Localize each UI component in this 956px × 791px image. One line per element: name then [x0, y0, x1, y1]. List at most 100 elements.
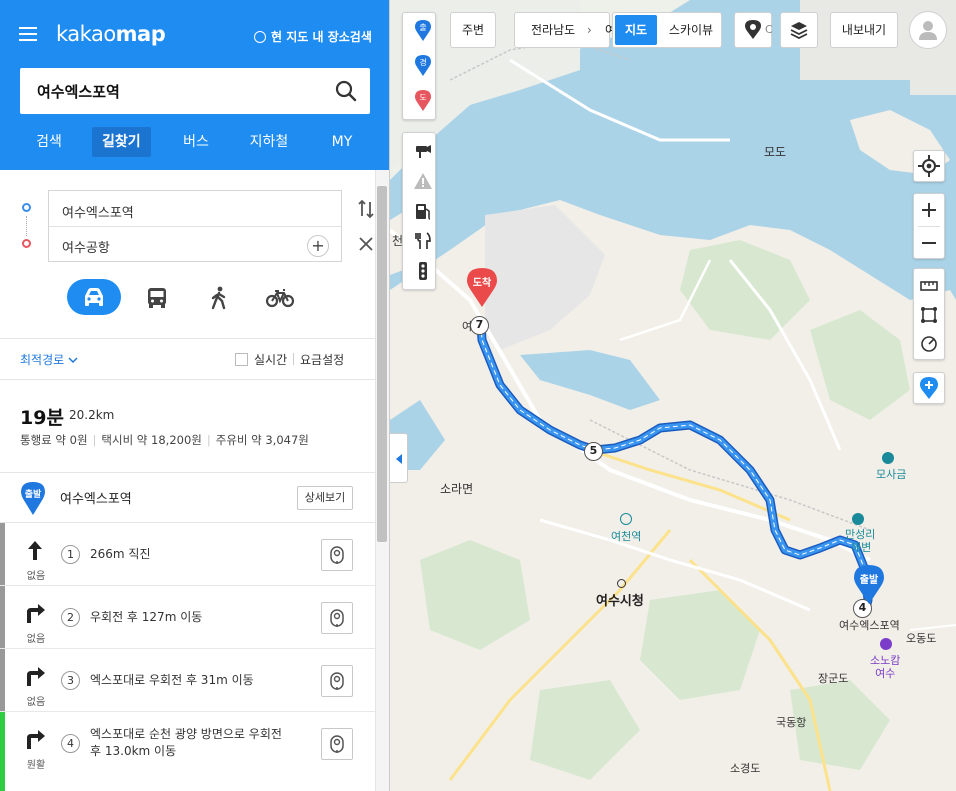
- add-place-button[interactable]: [913, 372, 945, 404]
- map-tools-panel: [402, 132, 436, 290]
- roadview-button[interactable]: [321, 602, 353, 634]
- scrollbar-thumb[interactable]: [377, 186, 387, 542]
- region-breadcrumb[interactable]: 전라남도 › 여: [514, 12, 616, 48]
- sidebar-collapse-button[interactable]: [390, 433, 408, 483]
- search-icon[interactable]: [334, 79, 358, 103]
- roadview-button[interactable]: [321, 665, 353, 697]
- profile-button[interactable]: [909, 11, 947, 49]
- traffic-light-icon[interactable]: [413, 261, 433, 281]
- chevron-down-icon: [68, 357, 78, 364]
- zoom-in-icon[interactable]: [914, 195, 944, 225]
- region-label: 전라남도: [531, 23, 576, 37]
- zoom-controls: [913, 193, 945, 259]
- realtime-checkbox[interactable]: 실시간: [235, 351, 287, 368]
- location-pin-button[interactable]: C: [734, 12, 773, 48]
- step-description-line: 우회전 후 127m 이동: [90, 610, 203, 624]
- map-label-expo-station: 여수엑스포역: [839, 619, 900, 632]
- area-icon[interactable]: [914, 300, 944, 330]
- city-hall-icon: [617, 579, 626, 588]
- detail-button[interactable]: 상세보기: [297, 486, 353, 510]
- depart-marker[interactable]: 출발: [853, 565, 885, 605]
- traffic-condition: 없음: [26, 697, 46, 708]
- search-box: [20, 68, 370, 114]
- tab-search[interactable]: 검색: [23, 127, 75, 157]
- bus-icon[interactable]: [143, 286, 171, 310]
- menu-icon[interactable]: [19, 27, 37, 41]
- right-turn-arrow-icon: [27, 667, 45, 686]
- tab-my[interactable]: MY: [320, 127, 364, 157]
- route-step[interactable]: 없음 1 266m 직진: [0, 523, 375, 586]
- warning-icon[interactable]: [413, 171, 433, 191]
- restaurant-icon[interactable]: [413, 231, 433, 251]
- close-icon[interactable]: [356, 234, 376, 254]
- search-input[interactable]: [37, 80, 327, 102]
- ruler-icon[interactable]: [914, 271, 944, 301]
- right-turn-arrow-icon: [27, 730, 45, 749]
- mode-car-button[interactable]: [67, 279, 121, 315]
- route-pin-panel: 출 경 도: [402, 12, 436, 120]
- cctv-icon[interactable]: [413, 141, 433, 161]
- tab-subway[interactable]: 지하철: [240, 127, 298, 157]
- fee-setting-link[interactable]: 요금설정: [292, 351, 344, 368]
- step-number: 3: [61, 671, 80, 690]
- chevron-right-icon: ›: [587, 23, 592, 37]
- origin-dot-icon: [22, 203, 31, 212]
- route-step[interactable]: 없음 2 우회전 후 127m 이동: [0, 586, 375, 649]
- radio-icon: [254, 30, 266, 43]
- main-tabs: 검색 길찾기 버스 지하철 MY: [0, 125, 389, 159]
- traffic-condition: 없음: [26, 571, 46, 582]
- avatar-icon: [919, 21, 937, 40]
- tab-directions[interactable]: 길찾기: [92, 127, 151, 157]
- map-type-map-button[interactable]: 지도: [615, 15, 657, 45]
- destination-pin-icon[interactable]: 도: [415, 90, 431, 112]
- toll-cost: 통행료 약 0원: [20, 433, 88, 447]
- roadview-button[interactable]: [321, 539, 353, 571]
- origin-pin-icon[interactable]: 출: [415, 20, 431, 42]
- roadview-icon: [330, 609, 344, 627]
- divider: [0, 338, 375, 339]
- my-location-button[interactable]: [913, 150, 945, 182]
- map-label-modo: 모도: [764, 145, 787, 159]
- zoom-divider: [918, 226, 940, 227]
- logo-prefix: kakao: [56, 22, 116, 46]
- sonocalm-line2: 여수: [875, 667, 896, 680]
- beach-icon: [882, 452, 894, 464]
- route-duration: 19분: [20, 407, 64, 429]
- nearby-button[interactable]: 주변: [450, 12, 496, 48]
- route-step[interactable]: 없음 3 엑스포대로 우회전 후 31m 이동: [0, 649, 375, 712]
- waypoint-pin-icon[interactable]: 경: [415, 55, 431, 77]
- sonocalm-line1: 소노캄: [870, 654, 901, 667]
- step-description: 엑스포대로 순천 광양 방면으로 우회전 후 13.0km 이동: [90, 726, 310, 760]
- add-waypoint-button[interactable]: +: [307, 235, 329, 257]
- swap-icon[interactable]: [356, 198, 376, 220]
- step-description-line: 266m 직진: [90, 547, 151, 561]
- walk-icon[interactable]: [205, 286, 233, 310]
- arrive-marker[interactable]: 도착: [467, 268, 497, 308]
- origin-field[interactable]: 여수엑스포역: [62, 202, 302, 221]
- radius-icon[interactable]: [914, 329, 944, 359]
- map-label-mansungri: 만성리 해변: [845, 528, 875, 554]
- route-sort-dropdown[interactable]: 최적경로: [20, 351, 78, 368]
- route-step[interactable]: 원활 4 엑스포대로 순천 광양 방면으로 우회전 후 13.0km 이동: [0, 712, 375, 791]
- logo-suffix: map: [115, 22, 166, 46]
- map-type-skyview-button[interactable]: 스카이뷰: [661, 13, 721, 47]
- step-description: 우회전 후 127m 이동: [90, 609, 310, 626]
- measure-tools: [913, 268, 945, 360]
- fuel-cost: 주유비 약 3,047원: [215, 433, 309, 447]
- map-canvas[interactable]: 출 경 도 주변 전라남도 › 여 지도 스카이뷰 C 내보내기 모도 소라면 …: [390, 0, 956, 791]
- export-button[interactable]: 내보내기: [830, 12, 898, 48]
- tab-bus[interactable]: 버스: [170, 127, 222, 157]
- start-name: 여수엑스포역: [60, 492, 132, 507]
- layers-button[interactable]: [780, 12, 818, 48]
- zoom-out-icon[interactable]: [914, 228, 944, 258]
- kakaomap-logo[interactable]: kakaomap: [56, 22, 166, 46]
- map-area-search-toggle[interactable]: 현 지도 내 장소검색: [254, 28, 372, 45]
- map-label-odongdo: 오동도: [906, 632, 937, 645]
- roadview-button[interactable]: [321, 728, 353, 760]
- map-label-yeocheon-station: 여천역: [611, 530, 642, 543]
- gas-station-icon[interactable]: [413, 201, 433, 221]
- map-label-city-hall: 여수시청: [596, 594, 644, 609]
- bike-icon[interactable]: [266, 286, 294, 310]
- destination-field[interactable]: 여수공항: [62, 237, 302, 256]
- map-label-cheon-partial: 천: [392, 234, 404, 248]
